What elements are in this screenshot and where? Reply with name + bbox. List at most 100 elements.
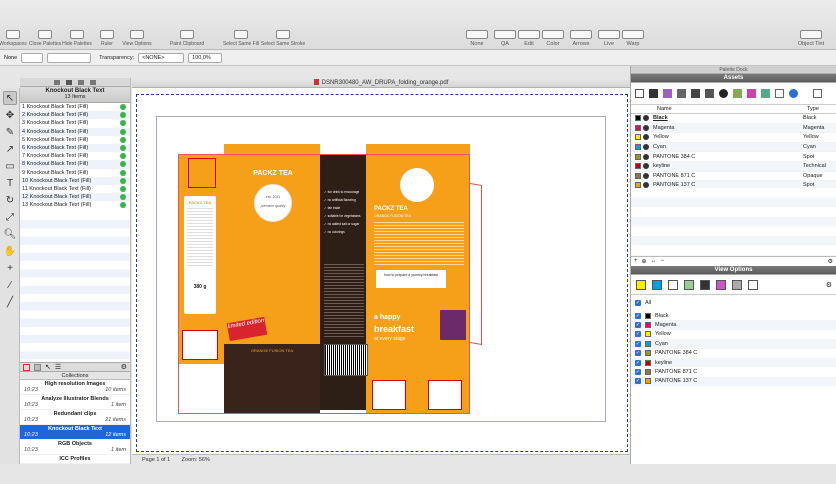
tab-icon-3[interactable] bbox=[78, 79, 84, 85]
tab-icon-2[interactable] bbox=[66, 79, 72, 85]
tab-icon-4[interactable] bbox=[90, 79, 96, 85]
view-checkbox[interactable]: ✓ bbox=[635, 312, 641, 319]
view-option-row[interactable]: ✓ Yellow bbox=[631, 330, 836, 339]
asset-row[interactable]: keyline Technical bbox=[631, 161, 836, 172]
list-view-icon[interactable] bbox=[635, 89, 644, 98]
page-icon[interactable] bbox=[813, 89, 822, 98]
view-checkbox[interactable]: ✓ bbox=[635, 331, 641, 338]
collection-item[interactable]: Analyze Illustrator Blends 10:23 1 item bbox=[20, 395, 130, 410]
separation-item[interactable]: 2 Knockout Black Text (Fill) bbox=[20, 111, 130, 120]
collection-item[interactable]: Knockout Black Text 10:23 12 items bbox=[20, 425, 130, 440]
toolbar-button-4[interactable]: View Options bbox=[114, 30, 160, 47]
cut-icon[interactable] bbox=[748, 279, 758, 290]
view-checkbox[interactable]: ✓ bbox=[635, 378, 641, 385]
crosshair-tool[interactable]: + bbox=[3, 261, 17, 275]
merge-icon[interactable]: ↔ bbox=[651, 258, 657, 264]
collection-item[interactable]: RGB Objects 10:23 1 item bbox=[20, 440, 130, 455]
separation-item[interactable]: 8 Knockout Black Text (Fill) bbox=[20, 160, 130, 169]
view-option-row[interactable]: ✓ PANTONE 384 C bbox=[631, 349, 836, 358]
view-option-row[interactable]: ✓ PANTONE 137 C bbox=[631, 376, 836, 387]
rectangle-tool[interactable]: ▭ bbox=[3, 159, 17, 173]
move-tool[interactable]: ✥ bbox=[3, 108, 17, 122]
asset-row[interactable]: Black Black bbox=[631, 114, 836, 124]
tab-icon-1[interactable] bbox=[54, 79, 60, 85]
gradient-icon[interactable] bbox=[663, 89, 672, 98]
separation-item[interactable]: 4 Knockout Black Text (Fill) bbox=[20, 127, 130, 136]
view-checkbox[interactable]: ✓ bbox=[635, 369, 641, 376]
info-icon[interactable] bbox=[789, 89, 798, 98]
list-icon[interactable]: ☰ bbox=[55, 363, 61, 371]
separation-item[interactable]: 9 Knockout Black Text (Fill) bbox=[20, 169, 130, 177]
separation-item[interactable]: 5 Knockout Black Text (Fill) bbox=[20, 136, 130, 144]
pen-tool[interactable]: ✎ bbox=[3, 125, 17, 139]
zoom-tool[interactable]: 🔍︎ bbox=[3, 227, 17, 241]
separation-item[interactable]: 11 Knockout Black Text (Fill) bbox=[20, 185, 130, 193]
toolbar-button-7[interactable]: Select Same Stroke bbox=[260, 30, 306, 47]
toolbar-button-6[interactable]: Select Same Fill bbox=[218, 30, 264, 47]
view-option-row[interactable]: ✓ Black bbox=[631, 311, 836, 320]
package-dieline[interactable]: PACKZ TEA 380 g est. 2011 premium qualit… bbox=[178, 144, 482, 414]
layers-icon[interactable] bbox=[677, 89, 686, 98]
overprint-icon[interactable] bbox=[652, 279, 662, 290]
separation-item[interactable]: 12 Knockout Black Text (Fill) bbox=[20, 193, 130, 202]
separation-item[interactable]: 7 Knockout Black Text (Fill) bbox=[20, 152, 130, 160]
fill-select[interactable] bbox=[21, 52, 44, 63]
asset-row[interactable]: Yellow Yellow bbox=[631, 133, 836, 143]
knockout-icon[interactable] bbox=[668, 279, 678, 290]
collection-item[interactable]: High resolution Images 10:23 10 items bbox=[20, 380, 130, 395]
view-option-row[interactable]: ✓ Magenta bbox=[631, 320, 836, 330]
outline-icon[interactable] bbox=[732, 279, 742, 290]
pattern-icon[interactable] bbox=[761, 89, 770, 98]
text-style-icon[interactable] bbox=[649, 89, 658, 98]
separation-item[interactable]: 6 Knockout Black Text (Fill) bbox=[20, 143, 130, 153]
separation-item[interactable]: 3 Knockout Black Text (Fill) bbox=[20, 119, 130, 127]
view-checkbox[interactable]: ✓ bbox=[635, 340, 641, 347]
trap-icon[interactable] bbox=[684, 279, 694, 290]
add-icon[interactable]: + bbox=[634, 258, 638, 264]
view-checkbox[interactable]: ✓ bbox=[635, 359, 641, 366]
arrow-icon[interactable]: ↖ bbox=[45, 363, 51, 371]
remove-icon[interactable]: − bbox=[661, 258, 665, 264]
measure-tool[interactable]: ╱ bbox=[3, 295, 17, 309]
gear-icon[interactable]: ⚙ bbox=[121, 363, 127, 371]
view-checkbox[interactable]: ✓ bbox=[635, 350, 641, 357]
mode-button-6[interactable]: Warp bbox=[610, 30, 656, 47]
view-option-row[interactable]: ✓ Cyan bbox=[631, 339, 836, 349]
document-icon[interactable] bbox=[775, 89, 784, 98]
hand-tool[interactable]: ✋ bbox=[3, 244, 17, 258]
collection-item[interactable]: ICC Profiles bbox=[20, 455, 130, 464]
search-icon[interactable] bbox=[34, 363, 41, 371]
asset-row[interactable]: PANTONE 384 C Spot bbox=[631, 152, 836, 162]
node-tool[interactable]: ↗ bbox=[3, 142, 17, 156]
separation-item[interactable]: 13 Knockout Black Text (Fill) bbox=[20, 201, 130, 209]
view-option-row[interactable]: ✓ PANTONE 871 C bbox=[631, 367, 836, 376]
all-checkbox[interactable]: ✓ bbox=[635, 299, 641, 306]
scale-tool[interactable]: ⤢ bbox=[3, 210, 17, 224]
asset-row[interactable]: Cyan Cyan bbox=[631, 142, 836, 153]
rotate-tool[interactable]: ↻ bbox=[3, 193, 17, 207]
view-gear-icon[interactable]: ⚙ bbox=[826, 281, 832, 289]
asset-row[interactable]: Magenta Magenta bbox=[631, 123, 836, 134]
view-option-row[interactable]: ✓ keyline bbox=[631, 357, 836, 368]
view-checkbox[interactable]: ✓ bbox=[635, 322, 641, 329]
record-icon[interactable] bbox=[23, 363, 30, 371]
text-tool[interactable]: T bbox=[3, 176, 17, 190]
separation-item[interactable]: 1 Knockout Black Text (Fill) bbox=[20, 103, 130, 111]
separations-view-icon[interactable] bbox=[636, 279, 646, 290]
separation-item[interactable]: 10 Knockout Black Text (Fill) bbox=[20, 176, 130, 185]
view-all-row[interactable]: ✓ All bbox=[631, 298, 836, 307]
assets-gear-icon[interactable]: ⚙ bbox=[828, 258, 833, 265]
collection-item[interactable]: Redundant clips 10:23 21 items bbox=[20, 410, 130, 425]
eyedropper-tool[interactable]: ∕ bbox=[3, 278, 17, 292]
ink-icon[interactable] bbox=[719, 89, 728, 98]
stroke-select[interactable] bbox=[47, 52, 92, 63]
zoom-indicator[interactable]: Zoom: 56% bbox=[182, 457, 210, 463]
toolbar-button-5[interactable]: Paint Clipboard bbox=[164, 30, 210, 47]
image-icon[interactable] bbox=[705, 89, 714, 98]
document-canvas[interactable]: DSNR300480_AW_DRUPA_folding_orange.pdf P… bbox=[132, 78, 630, 464]
black-view-icon[interactable] bbox=[700, 279, 710, 290]
duplicate-icon[interactable]: ⊕ bbox=[642, 258, 647, 265]
color-icon[interactable] bbox=[747, 89, 756, 98]
magenta-view-icon[interactable] bbox=[716, 279, 726, 290]
mode-button-7[interactable]: Object Tint bbox=[788, 30, 834, 47]
